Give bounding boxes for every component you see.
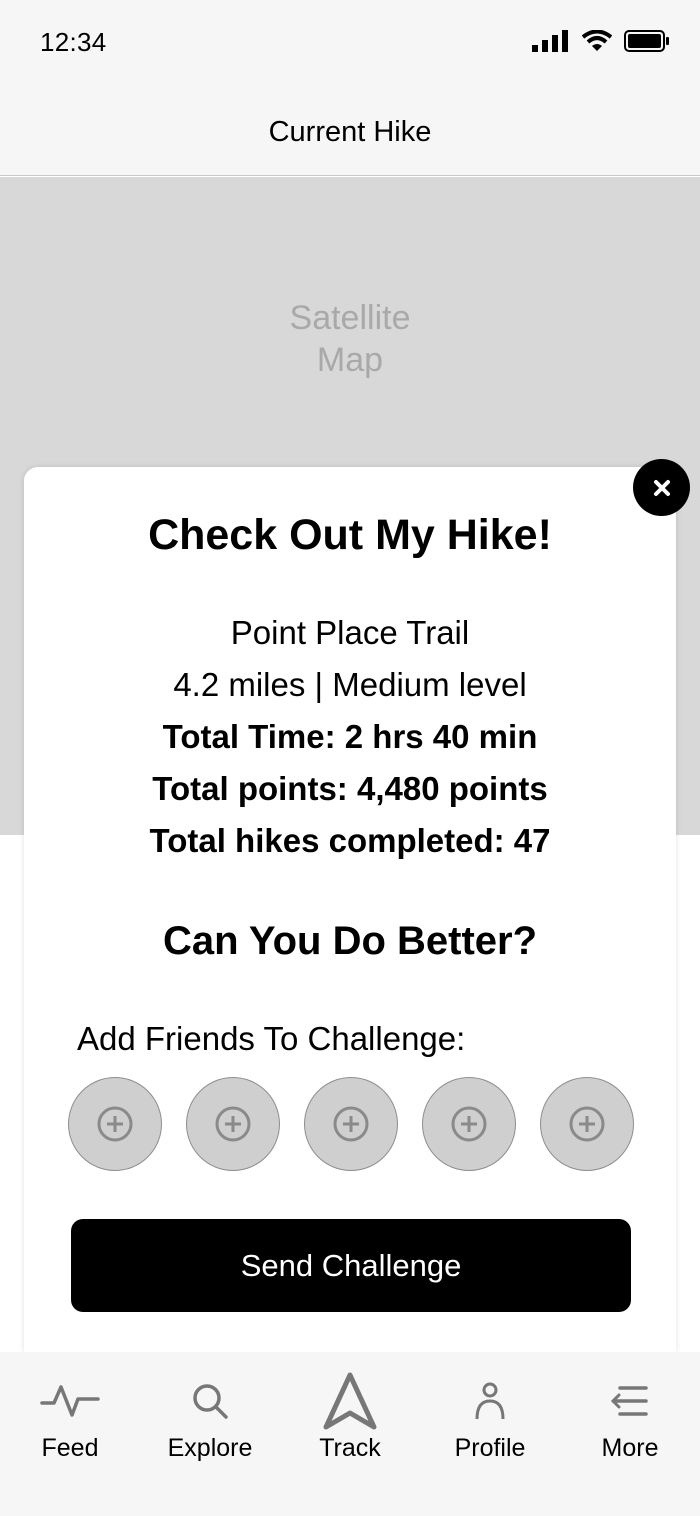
add-friend-button[interactable] (68, 1077, 162, 1171)
tab-profile[interactable]: Profile (420, 1352, 560, 1482)
card-title: Check Out My Hike! (148, 511, 552, 559)
add-friend-button[interactable] (186, 1077, 280, 1171)
tab-label: More (601, 1434, 659, 1462)
tab-more[interactable]: More (560, 1352, 700, 1482)
status-icons (532, 30, 670, 52)
trail-name: Point Place Trail (230, 614, 470, 651)
add-friend-button[interactable] (540, 1077, 634, 1171)
map-placeholder-label: Satellite Map (0, 297, 700, 381)
plus-circle-icon (97, 1106, 133, 1142)
signal-icon (532, 30, 568, 52)
share-hike-card: Check Out My Hike! Point Place Trail 4.2… (24, 467, 676, 1352)
map-label-line1: Satellite (289, 299, 411, 337)
search-icon (140, 1374, 280, 1428)
tab-bar: Feed Explore Track Profile More (0, 1352, 700, 1516)
add-friends-label: Add Friends To Challenge: (77, 1020, 466, 1057)
total-hikes: Total hikes completed: 47 (149, 822, 551, 859)
plus-circle-icon (333, 1106, 369, 1142)
page-title: Current Hike (268, 116, 432, 148)
close-button[interactable] (633, 459, 690, 516)
tab-label: Profile (454, 1434, 526, 1462)
send-challenge-button[interactable]: Send Challenge (71, 1219, 631, 1312)
tab-feed[interactable]: Feed (0, 1352, 140, 1482)
friend-slots (68, 1077, 634, 1171)
tab-track[interactable]: Track (280, 1352, 420, 1482)
battery-icon (624, 30, 669, 52)
tab-label: Track (319, 1434, 381, 1462)
hike-stats: Point Place Trail 4.2 miles | Medium lev… (24, 607, 676, 867)
activity-icon (0, 1374, 140, 1428)
total-time: Total Time: 2 hrs 40 min (162, 718, 538, 755)
map-label-line2: Map (316, 341, 384, 379)
add-friend-button[interactable] (304, 1077, 398, 1171)
plus-circle-icon (215, 1106, 251, 1142)
status-bar: 12:34 (0, 0, 700, 88)
navigation-bar: Current Hike (0, 88, 700, 176)
close-icon (653, 479, 670, 496)
total-points: Total points: 4,480 points (152, 770, 548, 807)
wifi-icon (582, 30, 612, 51)
navigation-arrow-icon (280, 1372, 420, 1430)
add-friend-button[interactable] (422, 1077, 516, 1171)
tab-label: Feed (41, 1434, 99, 1462)
tab-explore[interactable]: Explore (140, 1352, 280, 1482)
challenge-title: Can You Do Better? (162, 919, 538, 963)
plus-circle-icon (569, 1106, 605, 1142)
tab-label: Explore (167, 1434, 253, 1462)
menu-icon (560, 1374, 700, 1428)
status-time: 12:34 (40, 27, 107, 57)
trail-info: 4.2 miles | Medium level (173, 666, 527, 703)
plus-circle-icon (451, 1106, 487, 1142)
person-icon (420, 1374, 560, 1428)
